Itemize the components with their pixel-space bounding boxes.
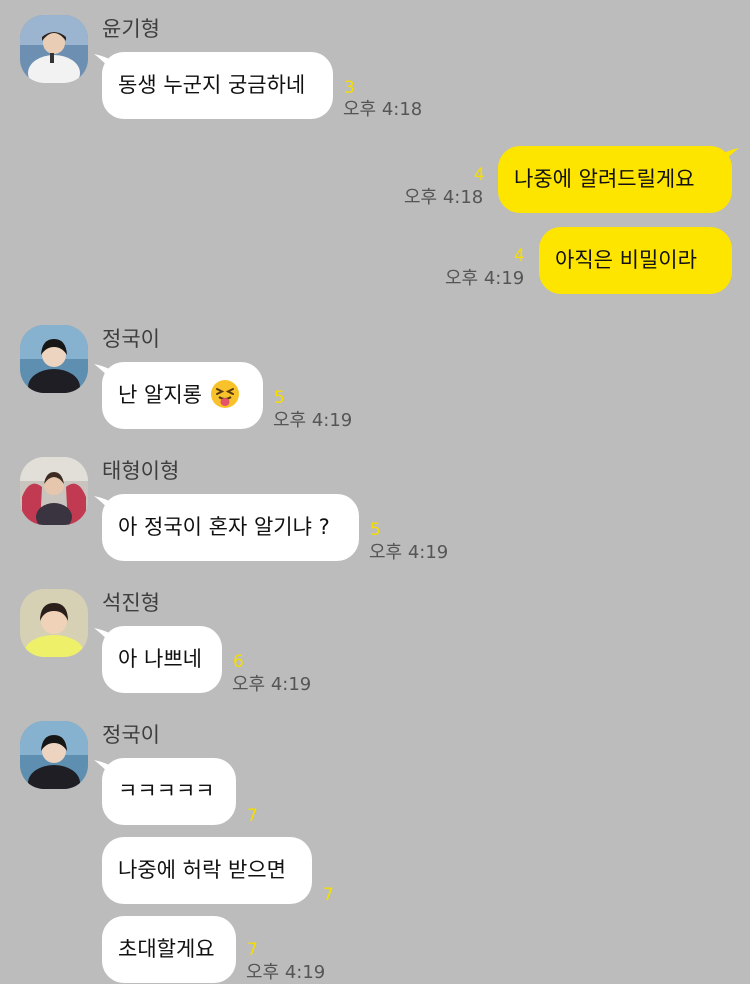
avatar-seokjin[interactable]	[20, 589, 88, 657]
sender-name: 정국이	[102, 327, 160, 351]
unread-count: 7	[247, 806, 258, 826]
unread-count: 3	[344, 78, 355, 98]
message-bubble[interactable]: 난 알지롱	[102, 362, 263, 429]
message-time: 오후 4:18	[343, 99, 423, 120]
message-bubble[interactable]: 동생 누군지 궁금하네	[102, 52, 333, 119]
message-bubble[interactable]: ㅋㅋㅋㅋㅋ	[102, 758, 236, 825]
sender-name: 태형이형	[102, 459, 180, 483]
message-time: 오후 4:19	[246, 962, 326, 983]
avatar-jungkook[interactable]	[20, 721, 88, 789]
message-bubble[interactable]: 아직은 비밀이라	[539, 227, 732, 294]
message-time: 오후 4:19	[445, 268, 525, 289]
message-text: 난 알지롱	[118, 383, 202, 407]
unread-count: 5	[274, 388, 285, 408]
unread-count: 7	[247, 940, 258, 960]
unread-count: 7	[323, 885, 334, 905]
squinting-tongue-emoji	[210, 380, 239, 408]
message-time: 오후 4:19	[232, 674, 312, 695]
message-bubble[interactable]: 나중에 알려드릴게요	[498, 146, 732, 213]
avatar-taehyung[interactable]	[20, 457, 88, 525]
unread-count: 4	[514, 246, 525, 266]
unread-count: 4	[474, 165, 485, 185]
message-bubble[interactable]: 나중에 허락 받으면	[102, 837, 312, 904]
sender-name: 윤기형	[102, 17, 160, 41]
sender-name: 석진형	[102, 591, 160, 615]
unread-count: 5	[370, 520, 381, 540]
message-bubble[interactable]: 아 나쁘네	[102, 626, 222, 693]
message-bubble[interactable]: 초대할게요	[102, 916, 236, 983]
bubble-tail	[717, 148, 739, 168]
avatar-yoongi[interactable]	[20, 15, 88, 83]
message-time: 오후 4:19	[369, 542, 449, 563]
message-time: 오후 4:19	[273, 410, 353, 431]
message-time: 오후 4:18	[404, 187, 484, 208]
unread-count: 6	[233, 652, 244, 672]
avatar-jungkook[interactable]	[20, 325, 88, 393]
sender-name: 정국이	[102, 723, 160, 747]
message-bubble[interactable]: 아 정국이 혼자 알기냐 ?	[102, 494, 359, 561]
